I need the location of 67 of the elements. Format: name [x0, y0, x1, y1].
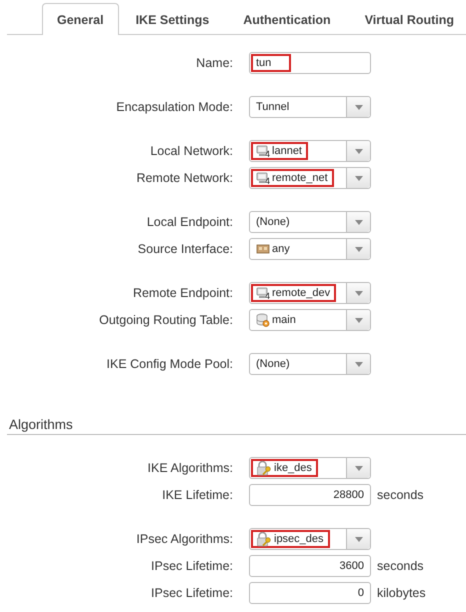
caret-icon	[354, 176, 362, 180]
ipv4-label: 4	[265, 176, 270, 186]
dropdown-value: (None)	[256, 358, 290, 370]
field-label: IPsec Lifetime:	[151, 586, 234, 600]
monitor-icon	[256, 287, 268, 299]
dropdown-value: main	[272, 314, 296, 326]
dropdown-value: any	[272, 243, 290, 255]
field-value: 3600	[340, 560, 365, 572]
caret-icon	[354, 104, 362, 110]
dropdown-field[interactable]: ipsec_des	[249, 528, 371, 550]
dropdown-value: ike_des	[274, 462, 312, 474]
field-label: IKE Lifetime:	[162, 488, 234, 502]
unit-label: kilobytes	[377, 586, 427, 600]
field-value: 28800	[333, 489, 365, 501]
field-value: 0	[358, 587, 365, 599]
tab[interactable]: Authentication	[226, 4, 348, 35]
dropdown-field[interactable]: (None)	[249, 353, 371, 375]
tab[interactable]: IKE Settings	[118, 4, 226, 35]
database-gear-icon	[256, 313, 270, 327]
unit-label: seconds	[377, 559, 425, 573]
dropdown-value: ipsec_des	[274, 533, 324, 545]
dropdown-field[interactable]: (None)	[249, 211, 371, 233]
dropdown-value: remote_dev	[272, 287, 330, 299]
caret-icon	[354, 290, 362, 296]
field-label: Name:	[196, 56, 234, 70]
caret-icon	[354, 318, 362, 322]
ipv4-label: 4	[265, 149, 270, 159]
tab[interactable]: General	[42, 3, 119, 35]
lock-key-icon	[256, 531, 272, 547]
field-label: Local Network:	[150, 144, 234, 158]
number-input-field[interactable]: 28800	[249, 484, 371, 506]
number-input-field[interactable]: 0	[249, 582, 371, 604]
dropdown-value: Tunnel	[256, 101, 290, 113]
field-label: Remote Network:	[136, 171, 234, 185]
dropdown-value: remote_net	[272, 172, 328, 184]
field-label: IPsec Algorithms:	[136, 532, 234, 546]
number-input-field[interactable]: 3600	[249, 555, 371, 577]
caret-icon	[354, 246, 362, 252]
name-input-field[interactable]: tun	[249, 52, 371, 74]
field-label: Encapsulation Mode:	[116, 100, 234, 114]
dropdown-value: (None)	[256, 216, 290, 228]
caret-icon	[354, 220, 362, 224]
caret-icon	[354, 148, 362, 154]
field-label: IPsec Lifetime:	[151, 559, 234, 573]
dropdown-field[interactable]: main	[249, 309, 371, 331]
caret-icon	[354, 362, 362, 366]
field-label: Remote Endpoint:	[132, 286, 234, 300]
dropdown-field[interactable]: ike_des	[249, 457, 371, 479]
dropdown-field[interactable]: any	[249, 238, 371, 260]
unit-label: seconds	[377, 488, 425, 502]
field-label: IKE Config Mode Pool:	[106, 357, 234, 371]
field-label: Outgoing Routing Table:	[99, 313, 234, 327]
lock-key-icon	[256, 460, 272, 476]
ipv4-label: 4	[265, 291, 270, 301]
section-heading: Algorithms	[7, 417, 466, 435]
field-value: tun	[256, 57, 272, 69]
dropdown-field[interactable]: Tunnel	[249, 96, 371, 118]
field-label: Source Interface:	[138, 242, 234, 256]
caret-icon	[354, 536, 362, 542]
field-label: IKE Algorithms:	[148, 461, 234, 475]
monitor-icon	[256, 145, 268, 157]
field-label: Local Endpoint:	[146, 215, 234, 229]
dropdown-value: lannet	[272, 145, 302, 157]
monitor-icon	[256, 172, 268, 184]
interface-icon	[256, 243, 270, 255]
caret-icon	[354, 466, 362, 470]
tab[interactable]: Virtual Routing	[348, 4, 466, 35]
